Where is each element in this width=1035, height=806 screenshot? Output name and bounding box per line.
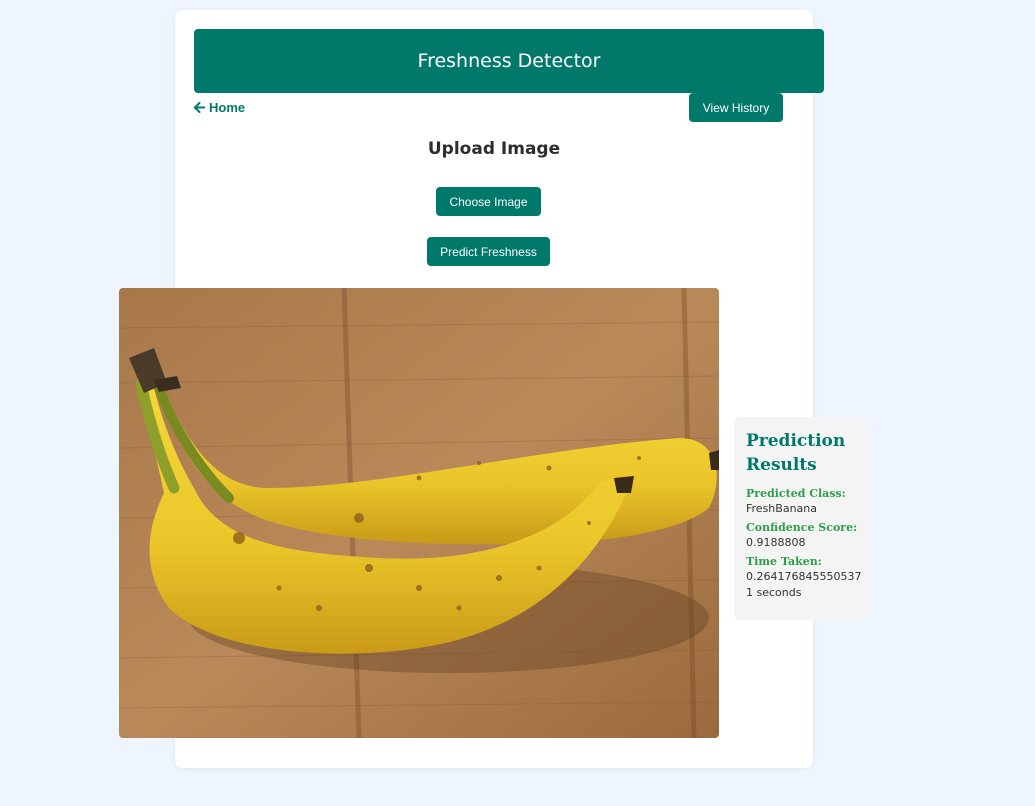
results-title: Prediction Results <box>746 431 846 475</box>
home-label: Home <box>209 100 246 115</box>
choose-image-button[interactable]: Choose Image <box>436 187 541 216</box>
time-taken-label: Time Taken: <box>746 555 822 568</box>
app-title: Freshness Detector <box>417 50 601 72</box>
banana-photo <box>119 288 719 738</box>
view-history-button[interactable]: View History <box>689 93 783 122</box>
uploaded-image-preview <box>119 288 719 738</box>
time-taken-value: 0.2641768455505371 seconds <box>746 570 862 599</box>
predicted-class-value: FreshBanana <box>746 502 817 515</box>
predict-freshness-button[interactable]: Predict Freshness <box>427 237 550 266</box>
confidence-score-label: Confidence Score: <box>746 521 858 534</box>
upload-title: Upload Image <box>427 139 561 159</box>
arrow-left-icon <box>194 102 205 113</box>
app-header: Freshness Detector <box>194 29 824 93</box>
prediction-results-panel: Prediction Results Predicted Class: Fres… <box>734 417 867 620</box>
predicted-class-label: Predicted Class: <box>746 487 846 500</box>
confidence-score-value: 0.9188808 <box>746 536 806 549</box>
home-link[interactable]: Home <box>194 100 245 115</box>
